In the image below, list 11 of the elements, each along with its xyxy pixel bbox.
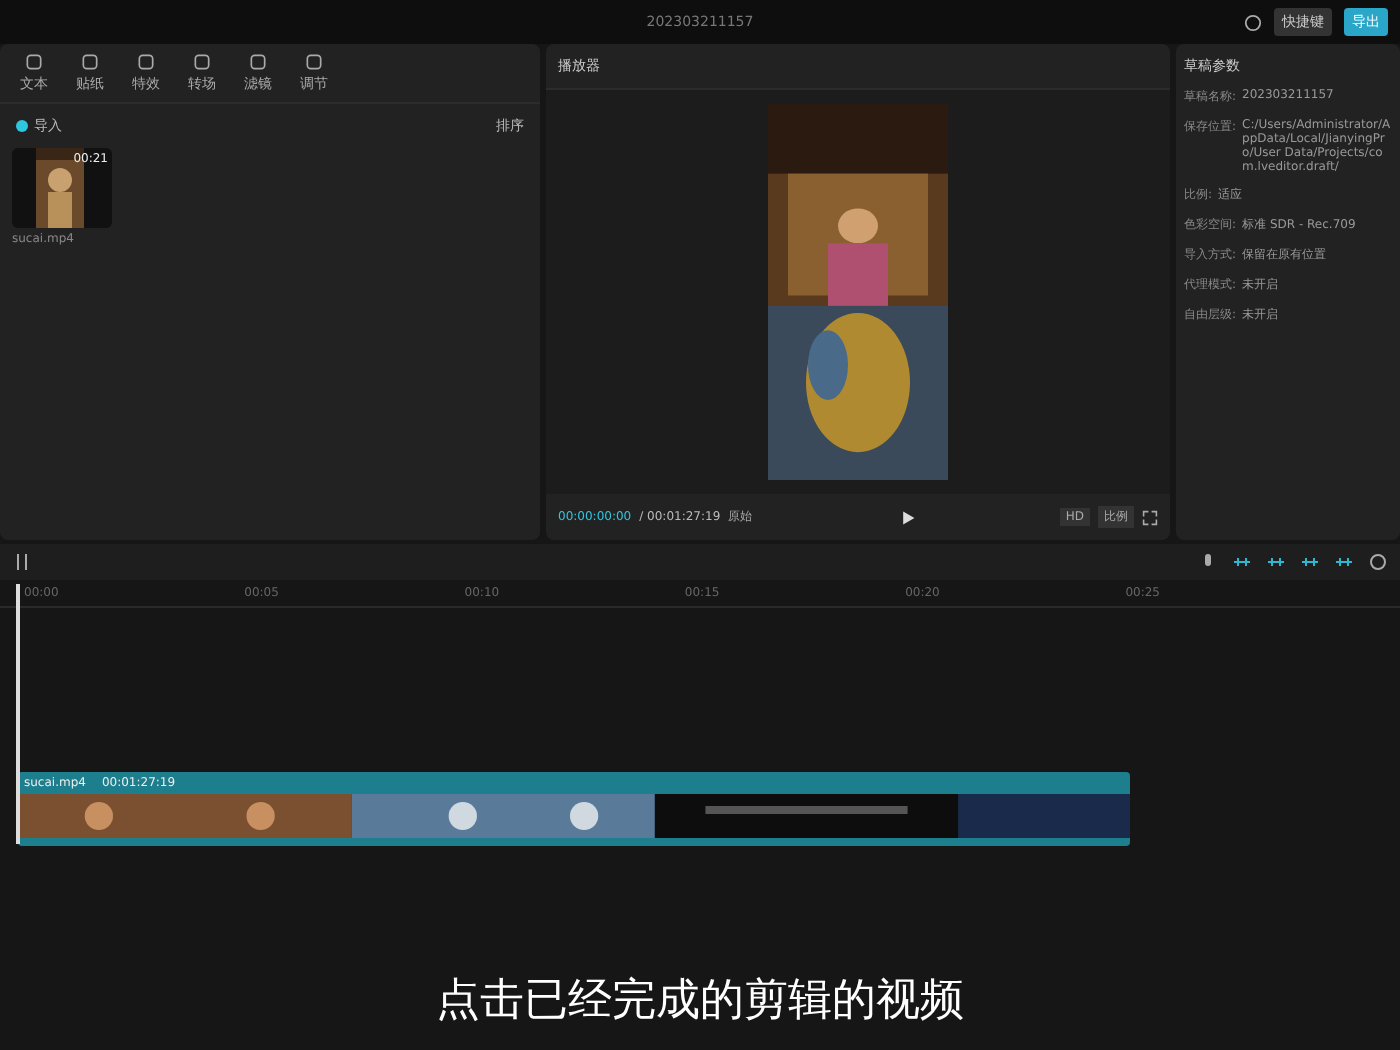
rounded-square-icon bbox=[192, 52, 212, 72]
rounded-square-icon bbox=[24, 52, 44, 72]
rounded-square-icon bbox=[248, 52, 268, 72]
split-icon[interactable] bbox=[12, 552, 32, 572]
play-icon[interactable] bbox=[900, 509, 917, 525]
rounded-square-icon bbox=[136, 52, 156, 72]
subtitle-caption: 点击已经完成的剪辑的视频 bbox=[434, 974, 966, 1030]
rounded-square-icon bbox=[80, 52, 100, 72]
rounded-square-icon bbox=[304, 52, 324, 72]
help-icon[interactable] bbox=[1244, 13, 1262, 31]
fullscreen-icon[interactable] bbox=[1142, 509, 1158, 525]
